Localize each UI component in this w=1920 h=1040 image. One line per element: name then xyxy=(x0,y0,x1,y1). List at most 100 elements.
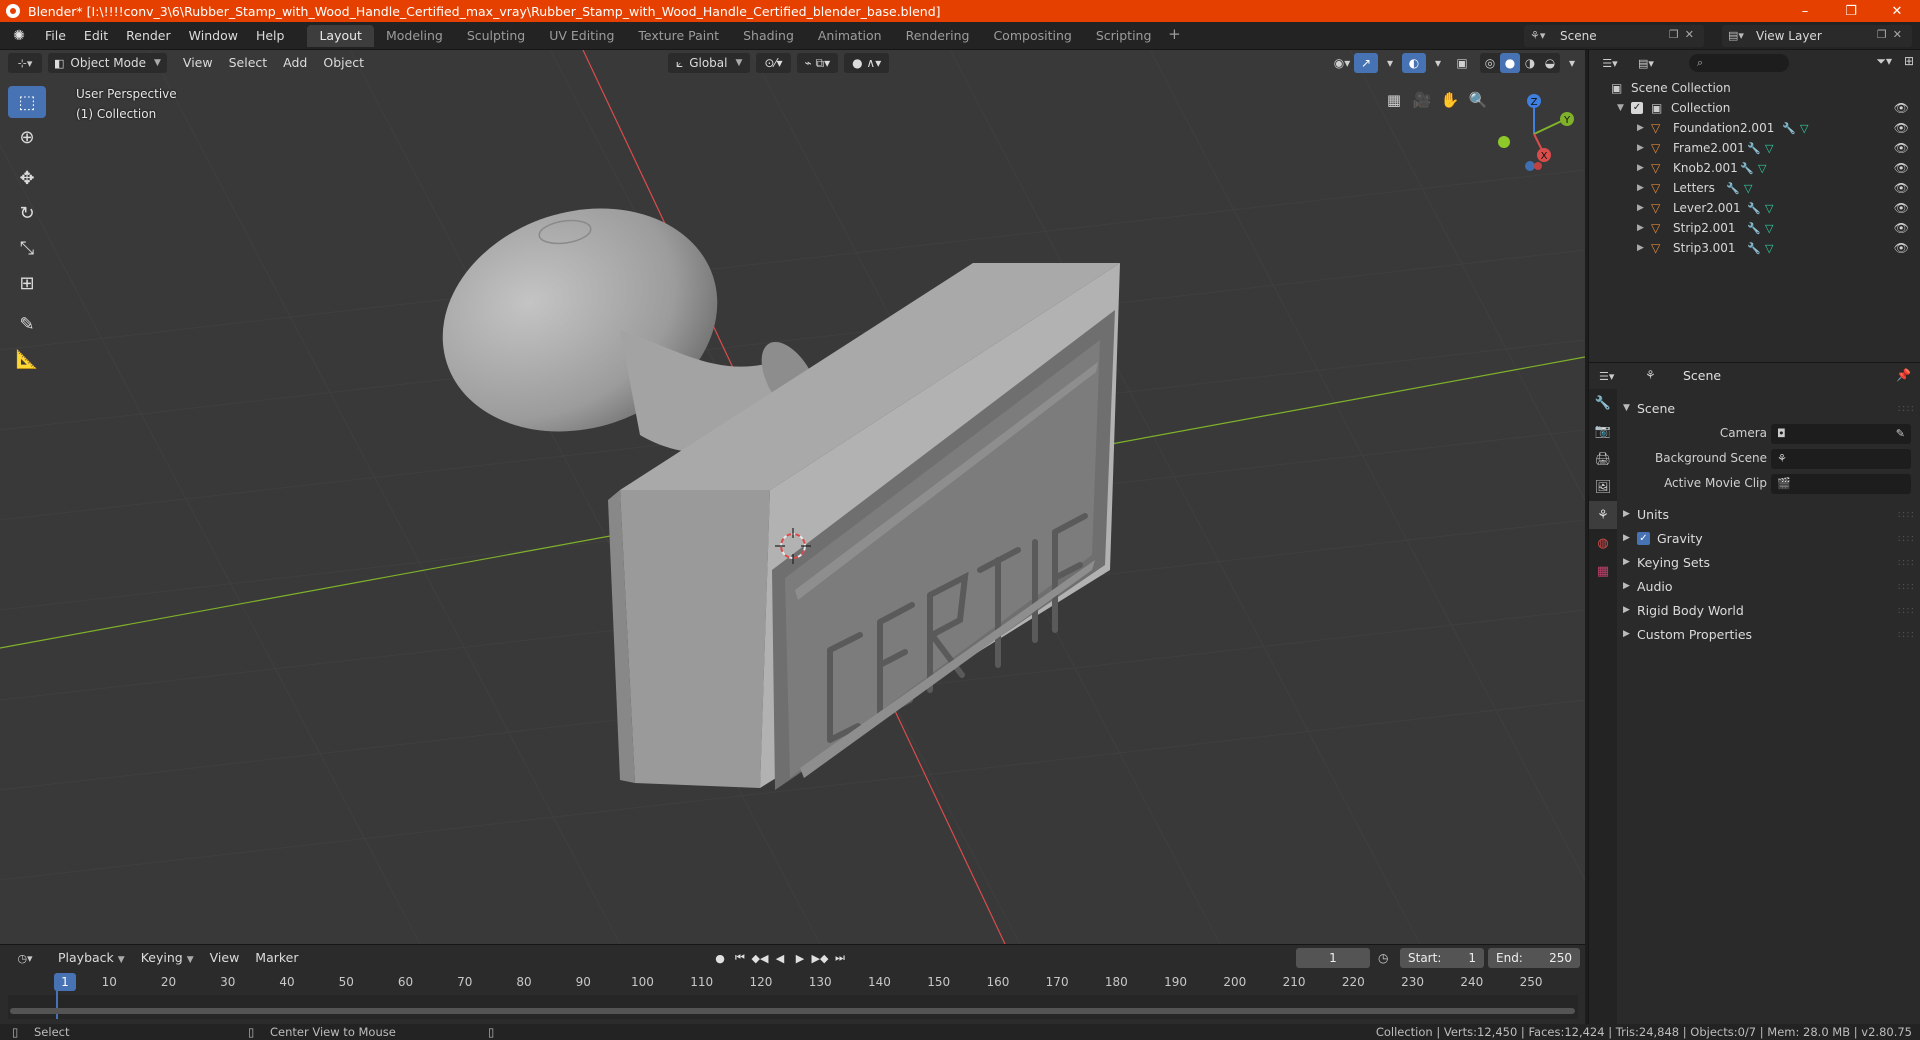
eye-icon[interactable]: 👁 xyxy=(1894,101,1909,115)
menu-render[interactable]: Render xyxy=(117,25,180,47)
snap-toggle[interactable]: ⌁ ⧉▾ xyxy=(796,53,839,73)
prev-keyframe-icon[interactable]: ◆◀ xyxy=(750,948,770,968)
expand-arrow-icon[interactable]: ▶ xyxy=(1637,183,1644,193)
timeline-menu-view[interactable]: View xyxy=(202,948,248,968)
pin-icon[interactable]: 📌 xyxy=(1896,368,1911,382)
outliner-object-row[interactable]: ▶ ▽ Strip2.001 🔧 ▽ 👁 xyxy=(1589,218,1920,238)
modifier-wrench-icon[interactable]: 🔧 xyxy=(1726,182,1740,195)
display-mode-icon[interactable]: ▤▾ xyxy=(1631,53,1661,73)
modifier-wrench-icon[interactable]: 🔧 xyxy=(1747,202,1761,215)
outliner-object-row[interactable]: ▶ ▽ Frame2.001 🔧 ▽ 👁 xyxy=(1589,138,1920,158)
object-name[interactable]: Letters xyxy=(1673,181,1715,195)
rigid-body-world-panel-header[interactable]: ▶ Rigid Body World:::: xyxy=(1623,599,1917,621)
expand-arrow-icon[interactable]: ▶ xyxy=(1637,163,1644,173)
expand-arrow-icon[interactable]: ▶ xyxy=(1637,243,1644,253)
object-name[interactable]: Frame2.001 xyxy=(1673,141,1745,155)
outliner-object-row[interactable]: ▶ ▽ Foundation2.001 🔧 ▽ 👁 xyxy=(1589,118,1920,138)
modifier-wrench-icon[interactable]: 🔧 xyxy=(1782,122,1796,135)
modifier-wrench-icon[interactable]: 🔧 xyxy=(1747,142,1761,155)
world-tab-icon[interactable]: ◍ xyxy=(1589,529,1617,557)
outliner-scene-collection[interactable]: ▣ Scene Collection xyxy=(1589,78,1920,98)
tab-texture-paint[interactable]: Texture Paint xyxy=(626,25,731,47)
gizmo-toggle-icon[interactable]: ↗ xyxy=(1354,53,1378,73)
preview-range-clock-icon[interactable]: ◷ xyxy=(1378,948,1388,968)
properties-editor[interactable]: ☰▾ ⚘ Scene 📌 🔧 📷 🖨 🖼 ⚘ ◍ ▦ ▼ Scene :::: … xyxy=(1588,362,1920,1025)
jump-start-icon[interactable]: ⏮ xyxy=(730,948,750,968)
expand-arrow-icon[interactable]: ▶ xyxy=(1637,203,1644,213)
maximize-button[interactable]: ❐ xyxy=(1828,0,1874,22)
object-mode-dropdown[interactable]: ◧ Object Mode ▼ xyxy=(48,53,167,73)
toggle-ortho-grid-icon[interactable]: ▦ xyxy=(1380,86,1408,114)
timeline-menu-playback[interactable]: Playback ▼ xyxy=(50,948,133,968)
move-tool-icon[interactable]: ✥ xyxy=(8,162,46,194)
next-keyframe-icon[interactable]: ▶◆ xyxy=(810,948,830,968)
texture-tab-icon[interactable]: ▦ xyxy=(1589,557,1617,585)
movie-clip-input[interactable]: 🎬 xyxy=(1771,474,1911,494)
eye-icon[interactable]: 👁 xyxy=(1894,141,1909,155)
menu-window[interactable]: Window xyxy=(180,25,247,47)
play-icon[interactable]: ▶ xyxy=(790,948,810,968)
zoom-icon[interactable]: 🔍 xyxy=(1464,86,1492,114)
tab-rendering[interactable]: Rendering xyxy=(894,25,982,47)
object-name[interactable]: Knob2.001 xyxy=(1673,161,1738,175)
mesh-data-icon[interactable]: ▽ xyxy=(1765,202,1773,215)
mesh-data-icon[interactable]: ▽ xyxy=(1765,222,1773,235)
tab-uv-editing[interactable]: UV Editing xyxy=(537,25,626,47)
filter-icon[interactable]: ⏷▾ xyxy=(1876,54,1892,69)
record-icon[interactable]: ● xyxy=(710,948,730,968)
current-frame-field[interactable]: 1 xyxy=(1296,948,1370,968)
view-layer-duplicate-remove-icons[interactable]: ❐✕ xyxy=(1877,28,1908,41)
view-layer-selector[interactable]: ▤▾ View Layer ❐✕ xyxy=(1722,25,1912,47)
camera-input[interactable]: ◘ ✎ xyxy=(1771,424,1911,444)
modifier-wrench-icon[interactable]: 🔧 xyxy=(1747,242,1761,255)
menu-edit[interactable]: Edit xyxy=(75,25,117,47)
measure-tool-icon[interactable]: 📐 xyxy=(8,343,46,375)
camera-field[interactable]: Camera ◘ ✎ xyxy=(1619,423,1919,445)
shading-dropdown-icon[interactable]: ▾ xyxy=(1560,53,1584,73)
modifier-wrench-icon[interactable]: 🔧 xyxy=(1740,162,1754,175)
visibility-selectability-icon[interactable]: ◉▾ xyxy=(1330,53,1354,73)
scene-selector[interactable]: ⚘▾ Scene ❐✕ xyxy=(1524,25,1704,47)
eye-icon[interactable]: 👁 xyxy=(1894,161,1909,175)
tab-modeling[interactable]: Modeling xyxy=(374,25,455,47)
timeline-editor[interactable]: ◷▾ Playback ▼ Keying ▼ View Marker ● ⏮ ◆◀ … xyxy=(0,944,1585,1024)
outliner-object-row[interactable]: ▶ ▽ Letters 🔧 ▽ 👁 xyxy=(1589,178,1920,198)
tool-tab-icon[interactable]: 🔧 xyxy=(1589,389,1617,417)
annotate-tool-icon[interactable]: ✎ xyxy=(8,308,46,340)
play-reverse-icon[interactable]: ◀ xyxy=(770,948,790,968)
viewport-menu-select[interactable]: Select xyxy=(221,53,276,73)
start-frame-field[interactable]: Start: 1 xyxy=(1400,948,1484,968)
scene-tab-icon[interactable]: ⚘ xyxy=(1589,501,1617,529)
custom-properties-panel-header[interactable]: ▶ Custom Properties:::: xyxy=(1623,623,1917,645)
mesh-data-icon[interactable]: ▽ xyxy=(1765,242,1773,255)
menu-help[interactable]: Help xyxy=(247,25,294,47)
scene-panel-header[interactable]: ▼ Scene :::: xyxy=(1623,397,1917,419)
camera-view-icon[interactable]: 🎥 xyxy=(1408,86,1436,114)
properties-editor-type-icon[interactable]: ☰▾ xyxy=(1599,370,1614,383)
transform-tool-icon[interactable]: ⊞ xyxy=(8,267,46,299)
gizmo-dropdown-icon[interactable]: ▾ xyxy=(1378,53,1402,73)
timeline-track[interactable] xyxy=(8,995,1578,1019)
eye-icon[interactable]: 👁 xyxy=(1894,241,1909,255)
render-tab-icon[interactable]: 📷 xyxy=(1589,417,1617,445)
outliner-collection[interactable]: ▼ ✓ ▣ Collection 👁 xyxy=(1589,98,1920,118)
tab-compositing[interactable]: Compositing xyxy=(981,25,1083,47)
solid-shading-icon[interactable]: ● xyxy=(1500,53,1520,73)
overlays-dropdown-icon[interactable]: ▾ xyxy=(1426,53,1450,73)
end-frame-field[interactable]: End: 250 xyxy=(1488,948,1580,968)
3d-viewport[interactable]: ⊹▾ ◧ Object Mode ▼ View Select Add Objec… xyxy=(0,50,1585,944)
timeline-scrollbar[interactable] xyxy=(10,1008,1575,1014)
expand-arrow-icon[interactable]: ▶ xyxy=(1637,143,1644,153)
output-tab-icon[interactable]: 🖨 xyxy=(1589,445,1617,473)
timeline-editor-type-icon[interactable]: ◷▾ xyxy=(8,948,42,968)
timeline-menu-marker[interactable]: Marker xyxy=(247,948,306,968)
outliner-object-row[interactable]: ▶ ▽ Lever2.001 🔧 ▽ 👁 xyxy=(1589,198,1920,218)
transform-orientation-dropdown[interactable]: ⟀ Global ▼ xyxy=(668,53,751,73)
jump-end-icon[interactable]: ⏭ xyxy=(830,948,850,968)
view-layer-tab-icon[interactable]: 🖼 xyxy=(1589,473,1617,501)
current-frame-marker[interactable]: 1 xyxy=(54,973,76,991)
tab-scripting[interactable]: Scripting xyxy=(1084,25,1164,47)
viewport-menu-add[interactable]: Add xyxy=(275,53,315,73)
axis-navigation-gizmo[interactable]: Z Y X xyxy=(1490,86,1580,176)
object-name[interactable]: Strip2.001 xyxy=(1673,221,1736,235)
